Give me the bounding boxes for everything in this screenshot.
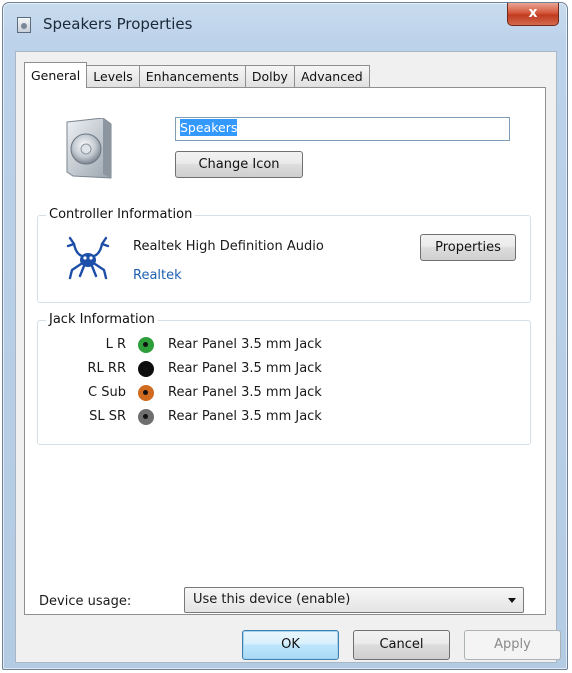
device-name-input[interactable]: Speakers [175, 117, 510, 141]
general-tab-panel: Speakers Change Icon Controller Informat… [24, 87, 546, 615]
jack-color-icon [138, 385, 154, 401]
dialog-client-area: General Levels Enhancements Dolby Advanc… [15, 51, 561, 663]
apply-button[interactable]: Apply [464, 630, 561, 660]
title-bar[interactable]: Speakers Properties x [3, 3, 567, 47]
jack-channels: SL SR [89, 409, 126, 424]
tab-strip: General Levels Enhancements Dolby Advanc… [24, 62, 370, 88]
speaker-icon [66, 118, 112, 179]
jack-color-icon [138, 361, 154, 377]
jack-channels: RL RR [87, 361, 126, 376]
change-icon-button[interactable]: Change Icon [175, 151, 303, 178]
speakers-properties-window: Speakers Properties x General Levels Enh… [2, 2, 568, 670]
device-name-value: Speakers [180, 119, 238, 136]
tab-enhancements[interactable]: Enhancements [138, 65, 246, 87]
speaker-small-icon [17, 17, 31, 33]
jack-information-label: Jack Information [46, 312, 158, 327]
tab-levels[interactable]: Levels [86, 65, 140, 87]
jack-color-icon [138, 409, 154, 425]
controller-name: Realtek High Definition Audio [133, 239, 324, 254]
jack-information-group: Jack Information L R Rear Panel 3.5 mm J… [37, 312, 532, 445]
dropdown-arrow-icon[interactable] [508, 598, 516, 603]
ok-button[interactable]: OK [242, 630, 339, 660]
cancel-button[interactable]: Cancel [353, 630, 450, 660]
controller-vendor-link[interactable]: Realtek [133, 268, 182, 283]
controller-properties-button[interactable]: Properties [420, 234, 516, 261]
jack-description: Rear Panel 3.5 mm Jack [168, 337, 322, 352]
device-usage-dropdown[interactable]: Use this device (enable) [184, 587, 524, 613]
close-button[interactable]: x [507, 3, 559, 26]
jack-row: C Sub Rear Panel 3.5 mm Jack [38, 383, 532, 405]
realtek-crab-icon [66, 236, 110, 280]
tab-dolby[interactable]: Dolby [244, 65, 295, 87]
jack-row: SL SR Rear Panel 3.5 mm Jack [38, 407, 532, 429]
jack-description: Rear Panel 3.5 mm Jack [168, 385, 322, 400]
window-title: Speakers Properties [43, 15, 193, 33]
jack-row: RL RR Rear Panel 3.5 mm Jack [38, 359, 532, 381]
jack-description: Rear Panel 3.5 mm Jack [168, 409, 322, 424]
jack-channels: C Sub [88, 385, 126, 400]
device-usage-selected: Use this device (enable) [193, 592, 351, 607]
jack-description: Rear Panel 3.5 mm Jack [168, 361, 322, 376]
jack-channels: L R [105, 337, 126, 352]
controller-information-label: Controller Information [46, 207, 196, 222]
jack-color-icon [138, 337, 154, 353]
tab-advanced[interactable]: Advanced [293, 65, 370, 87]
jack-row: L R Rear Panel 3.5 mm Jack [38, 335, 532, 357]
device-usage-label: Device usage: [39, 594, 132, 609]
controller-information-group: Controller Information Realtek High Defi… [37, 207, 531, 303]
tab-general[interactable]: General [24, 62, 88, 88]
